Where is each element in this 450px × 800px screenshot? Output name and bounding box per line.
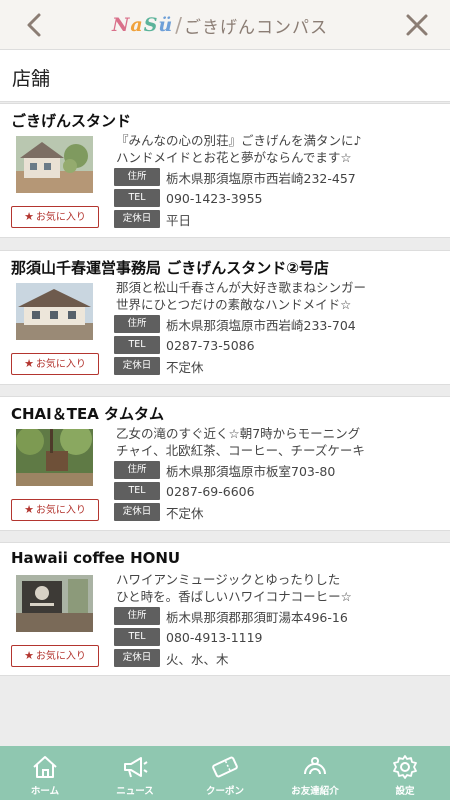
tel-tag: TEL [114, 189, 160, 207]
address-row: 住所 栃木県那須塩原市西岩崎232-457 [114, 167, 356, 187]
back-button[interactable] [22, 12, 48, 38]
holiday-tag: 定休日 [114, 357, 160, 375]
app-header: NaSü / ごきげんコンパス [0, 0, 450, 50]
shop-address: 栃木県那須塩原市板室703-80 [166, 463, 336, 479]
shop-name: CHAI＆TEA タムタム [11, 405, 165, 423]
shop-name: Hawaii coffee HONU [11, 549, 181, 567]
favorite-button[interactable]: ★ お気に入り [11, 353, 99, 375]
shop-name: ごきげんスタンド [11, 112, 132, 130]
address-row: 住所 栃木県那須塩原市西岩崎233-704 [114, 314, 356, 334]
shop-address: 栃木県那須郡那須町湯本496-16 [166, 609, 348, 625]
nav-label: ホーム [30, 786, 60, 797]
home-icon [33, 756, 57, 778]
shop-tel[interactable]: 080-4913-1119 [166, 630, 263, 645]
close-icon [406, 14, 428, 36]
shop-photo [16, 429, 93, 486]
star-icon: ★ [24, 503, 34, 516]
nav-label: ニュース [116, 786, 154, 797]
nav-label: お友達紹介 [291, 786, 339, 797]
shop-photo [16, 283, 93, 340]
shop-holiday: 不定休 [166, 359, 204, 375]
nav-home[interactable]: ホーム [0, 746, 90, 800]
shop-name: 那須山千春運営事務局 ごきげんスタンド②号店 [11, 259, 329, 277]
section-header: 店舗 [0, 50, 450, 102]
holiday-tag: 定休日 [114, 503, 160, 521]
shop-holiday: 平日 [166, 212, 192, 228]
holiday-row: 定休日 火、水、木 [114, 648, 229, 668]
address-tag: 住所 [114, 607, 160, 625]
shop-photo [16, 575, 93, 632]
shop-tel[interactable]: 090-1423-3955 [166, 191, 263, 206]
shop-tel[interactable]: 0287-73-5086 [166, 338, 255, 353]
page-title: 店舗 [12, 68, 51, 90]
nav-coupon[interactable]: クーポン [180, 746, 270, 800]
tel-tag: TEL [114, 628, 160, 646]
nav-settings[interactable]: 設定 [360, 746, 450, 800]
star-icon: ★ [24, 210, 34, 223]
logo-slash: / [175, 13, 182, 37]
nav-label: クーポン [205, 786, 244, 797]
logo-brand: NaSü [112, 14, 174, 36]
shop-address: 栃木県那須塩原市西岩崎233-704 [166, 317, 356, 333]
app-logo: NaSü / ごきげんコンパス [112, 10, 328, 40]
address-row: 住所 栃木県那須塩原市板室703-80 [114, 460, 335, 480]
nav-news[interactable]: ニュース [90, 746, 180, 800]
tel-row: TEL 090-1423-3955 [114, 188, 263, 208]
holiday-tag: 定休日 [114, 649, 160, 667]
shop-description: 『みんなの心の別荘』ごきげんを満タンに♪ ハンドメイドとお花と夢がならんでます☆ [116, 133, 362, 165]
favorite-button[interactable]: ★ お気に入り [11, 499, 99, 521]
tel-tag: TEL [114, 336, 160, 354]
shop-holiday: 火、水、木 [166, 651, 229, 667]
favorite-button[interactable]: ★ お気に入り [11, 645, 99, 667]
star-icon: ★ [24, 649, 34, 662]
holiday-row: 定休日 不定休 [114, 356, 204, 376]
bottom-nav: ホーム ニュース クーポン お友達紹介 設定 [0, 746, 450, 800]
logo-subtitle: ごきげんコンパス [184, 17, 328, 38]
shop-description: 那須と松山千春さんが大好き歌まねシンガー 世界にひとつだけの素敵なハンドメイド☆ [116, 280, 367, 312]
nav-friend-referral[interactable]: お友達紹介 [270, 746, 360, 800]
shop-tel[interactable]: 0287-69-6606 [166, 484, 255, 499]
shop-holiday: 不定休 [166, 505, 204, 521]
chevron-left-icon [27, 13, 41, 37]
holiday-tag: 定休日 [114, 210, 160, 228]
tel-row: TEL 0287-73-5086 [114, 335, 255, 355]
close-button[interactable] [404, 12, 430, 38]
address-tag: 住所 [114, 168, 160, 186]
friend-referral-icon [304, 757, 326, 775]
megaphone-icon [124, 757, 148, 778]
address-tag: 住所 [114, 461, 160, 479]
shop-photo [16, 136, 93, 193]
shop-card[interactable]: 那須山千春運営事務局 ごきげんスタンド②号店 ★ お気に入り 那須と松山千春さんが… [0, 250, 450, 385]
holiday-row: 定休日 不定休 [114, 502, 204, 522]
favorite-button[interactable]: ★ お気に入り [11, 206, 99, 228]
tel-row: TEL 0287-69-6606 [114, 481, 255, 501]
gear-icon [393, 755, 417, 779]
address-tag: 住所 [114, 315, 160, 333]
shop-description: 乙女の滝のすぐ近く☆朝7時からモーニング チャイ、北欧紅茶、コーヒー、チーズケー… [116, 426, 365, 458]
nav-label: 設定 [395, 786, 415, 797]
shop-description: ハワイアンミュージックとゆったりした ひと時を。香ばしいハワイコナコーヒー☆ [116, 572, 352, 604]
tel-tag: TEL [114, 482, 160, 500]
shop-card[interactable]: Hawaii coffee HONU ★ お気に入り ハワイアンミュージックとゆっ… [0, 542, 450, 676]
coupon-icon [212, 756, 238, 778]
address-row: 住所 栃木県那須郡那須町湯本496-16 [114, 606, 348, 626]
shop-address: 栃木県那須塩原市西岩崎232-457 [166, 170, 356, 186]
tel-row: TEL 080-4913-1119 [114, 627, 263, 647]
shop-card[interactable]: ごきげんスタンド ★ お気に入り 『みんなの心の別荘』ごきげんを満タンに♪ ハンド… [0, 103, 450, 238]
shop-card[interactable]: CHAI＆TEA タムタム ★ お気に入り 乙女の滝のすぐ近く☆朝7時からモーニン… [0, 396, 450, 531]
star-icon: ★ [24, 357, 34, 370]
holiday-row: 定休日 平日 [114, 209, 191, 229]
